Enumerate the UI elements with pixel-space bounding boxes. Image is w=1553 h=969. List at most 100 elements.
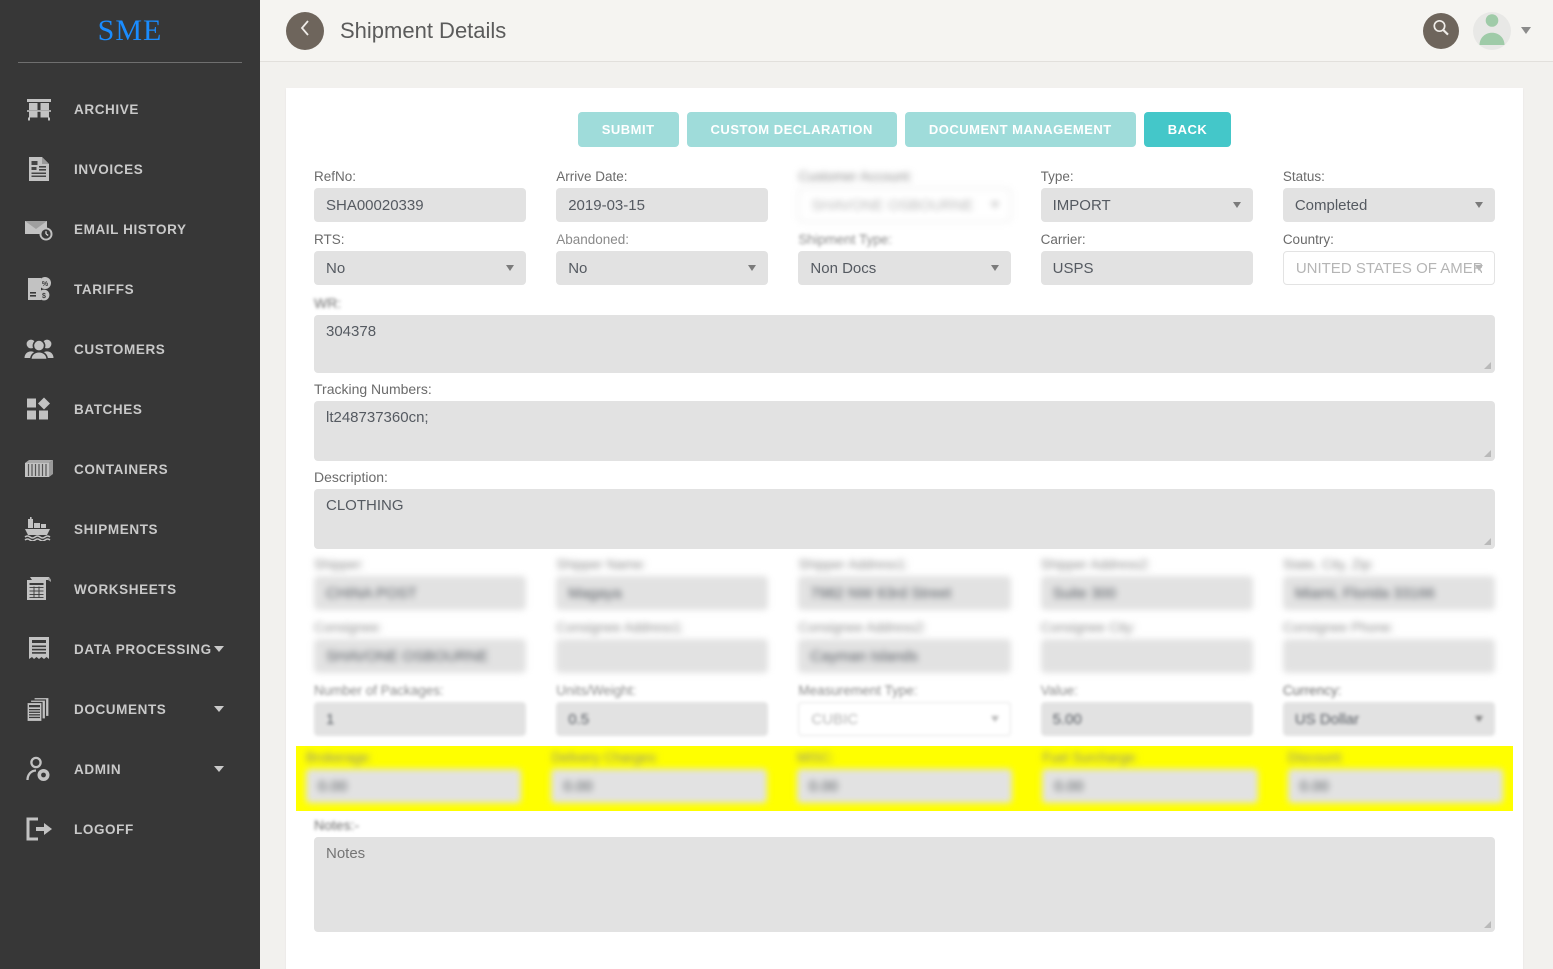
fuel-surcharge-input[interactable] — [1042, 769, 1258, 803]
arrive-date-input[interactable] — [556, 188, 769, 222]
shipper-input[interactable] — [314, 576, 527, 610]
description-textarea[interactable] — [314, 489, 1495, 549]
shipment-type-select-wrap — [798, 251, 1011, 285]
field-shipper-address1: Shipper Address1: — [798, 557, 1011, 610]
field-measurement-type: Measurement Type: — [798, 683, 1011, 736]
status-label: Status: — [1282, 169, 1325, 184]
field-description: Description: — [304, 469, 1505, 549]
sidebar-item-batches[interactable]: BATCHES — [0, 379, 260, 439]
status-select[interactable] — [1282, 188, 1496, 222]
custom-declaration-button[interactable]: CUSTOM DECLARATION — [686, 112, 897, 147]
field-shipper-address2: Shipper Address2: — [1040, 557, 1253, 610]
sidebar-item-label: DOCUMENTS — [74, 701, 167, 717]
search-icon — [1431, 18, 1451, 43]
back-action-button[interactable]: BACK — [1143, 112, 1232, 147]
search-button[interactable] — [1423, 12, 1459, 49]
back-button[interactable] — [286, 11, 324, 50]
discount-input[interactable] — [1287, 769, 1504, 803]
carrier-input[interactable] — [1040, 251, 1253, 285]
consignee-phone-input[interactable] — [1282, 639, 1496, 673]
sidebar-item-email-history[interactable]: EMAIL HISTORY — [0, 199, 260, 259]
consignee-input[interactable] — [314, 639, 527, 673]
submit-button[interactable]: SUBMIT — [577, 112, 679, 147]
sidebar-item-data-processing[interactable]: DATA PROCESSING — [0, 619, 260, 679]
shipment-details-card: SUBMIT CUSTOM DECLARATION DOCUMENT MANAG… — [286, 88, 1523, 969]
state-city-zip-label: State, City, Zip: — [1282, 557, 1375, 572]
consignee-phone-label: Consignee Phone: — [1282, 620, 1394, 635]
fuel-surcharge-label: Fuel Surcharge: — [1042, 750, 1139, 765]
consignee-city-label: Consignee City: — [1040, 620, 1136, 635]
currency-select-wrap — [1282, 702, 1496, 736]
shipment-type-select[interactable] — [798, 251, 1011, 285]
rts-select[interactable] — [314, 251, 527, 285]
sidebar-item-containers[interactable]: CONTAINERS — [0, 439, 260, 499]
invoice-icon — [22, 154, 56, 184]
sidebar-item-archive[interactable]: ARCHIVE — [0, 79, 260, 139]
tracking-numbers-textarea[interactable] — [314, 401, 1495, 461]
shipper-name-input[interactable] — [556, 576, 769, 610]
containers-icon — [22, 454, 56, 484]
shipment-type-label: Shipment Type: — [798, 232, 892, 247]
form-row-shipper: Shipper: Shipper Name: Shipper Address1:… — [304, 557, 1505, 610]
consignee-city-input[interactable] — [1040, 639, 1253, 673]
admin-icon — [22, 754, 56, 784]
form-row-charges-highlighted: Brokerage: Delivery Charges: MISC: Fuel … — [296, 746, 1513, 811]
field-consignee-phone: Consignee Phone: — [1282, 620, 1496, 673]
shipper-address2-input[interactable] — [1040, 576, 1253, 610]
refno-input[interactable] — [314, 188, 527, 222]
sidebar-item-documents[interactable]: DOCUMENTS — [0, 679, 260, 739]
units-weight-input[interactable] — [556, 702, 769, 736]
field-units-weight: Units/Weight: — [556, 683, 769, 736]
sidebar-item-label: LOGOFF — [74, 821, 134, 837]
sidebar-item-invoices[interactable]: INVOICES — [0, 139, 260, 199]
sidebar-item-label: DATA PROCESSING — [74, 641, 212, 657]
user-avatar-icon — [1473, 12, 1511, 50]
brand-logo[interactable]: SME — [18, 0, 242, 63]
sidebar-item-tariffs[interactable]: % $ TARIFFS — [0, 259, 260, 319]
delivery-charges-label: Delivery Charges: — [551, 750, 659, 765]
chevron-down-icon[interactable] — [1521, 27, 1531, 34]
customer-account-select[interactable] — [798, 188, 1011, 222]
misc-input[interactable] — [796, 769, 1013, 803]
chevron-down-icon[interactable] — [214, 766, 224, 772]
sidebar-item-label: ADMIN — [74, 761, 122, 777]
batches-icon — [22, 394, 56, 424]
consignee-address1-input[interactable] — [556, 639, 769, 673]
type-select[interactable] — [1040, 188, 1253, 222]
sidebar-item-shipments[interactable]: SHIPMENTS — [0, 499, 260, 559]
number-of-packages-input[interactable] — [314, 702, 527, 736]
brand-name: SME — [97, 14, 163, 47]
delivery-charges-input[interactable] — [551, 769, 767, 803]
documents-icon — [22, 694, 56, 724]
brokerage-input[interactable] — [306, 769, 522, 803]
value-input[interactable] — [1040, 702, 1253, 736]
sidebar-item-admin[interactable]: ADMIN — [0, 739, 260, 799]
sidebar-item-logoff[interactable]: LOGOFF — [0, 799, 260, 859]
shipper-address2-label: Shipper Address2: — [1040, 557, 1151, 572]
consignee-address2-input[interactable] — [798, 639, 1011, 673]
currency-select[interactable] — [1282, 702, 1496, 736]
tariffs-icon: % $ — [22, 274, 56, 304]
type-label: Type: — [1040, 169, 1074, 184]
chevron-down-icon[interactable] — [214, 706, 224, 712]
sidebar-item-worksheets[interactable]: WORKSHEETS — [0, 559, 260, 619]
notes-label: Notes:- — [314, 817, 360, 833]
document-management-button[interactable]: DOCUMENT MANAGEMENT — [904, 112, 1136, 147]
abandoned-select-wrap — [556, 251, 769, 285]
field-customer-account: Customer Account: — [798, 169, 1011, 222]
measurement-type-select[interactable] — [798, 702, 1011, 736]
country-select[interactable] — [1282, 251, 1496, 285]
currency-label: Currency: — [1282, 683, 1342, 698]
notes-textarea[interactable] — [314, 837, 1495, 932]
avatar[interactable] — [1473, 11, 1511, 50]
field-fuel-surcharge: Fuel Surcharge: — [1042, 750, 1258, 803]
sidebar-item-label: BATCHES — [74, 401, 143, 417]
state-city-zip-input[interactable] — [1282, 576, 1496, 610]
shipper-address1-input[interactable] — [798, 576, 1011, 610]
field-country: Country: — [1282, 232, 1496, 285]
sidebar-item-customers[interactable]: CUSTOMERS — [0, 319, 260, 379]
chevron-down-icon[interactable] — [214, 646, 224, 652]
wr-textarea[interactable] — [314, 315, 1495, 373]
abandoned-select[interactable] — [556, 251, 769, 285]
number-of-packages-label: Number of Packages: — [314, 683, 444, 698]
